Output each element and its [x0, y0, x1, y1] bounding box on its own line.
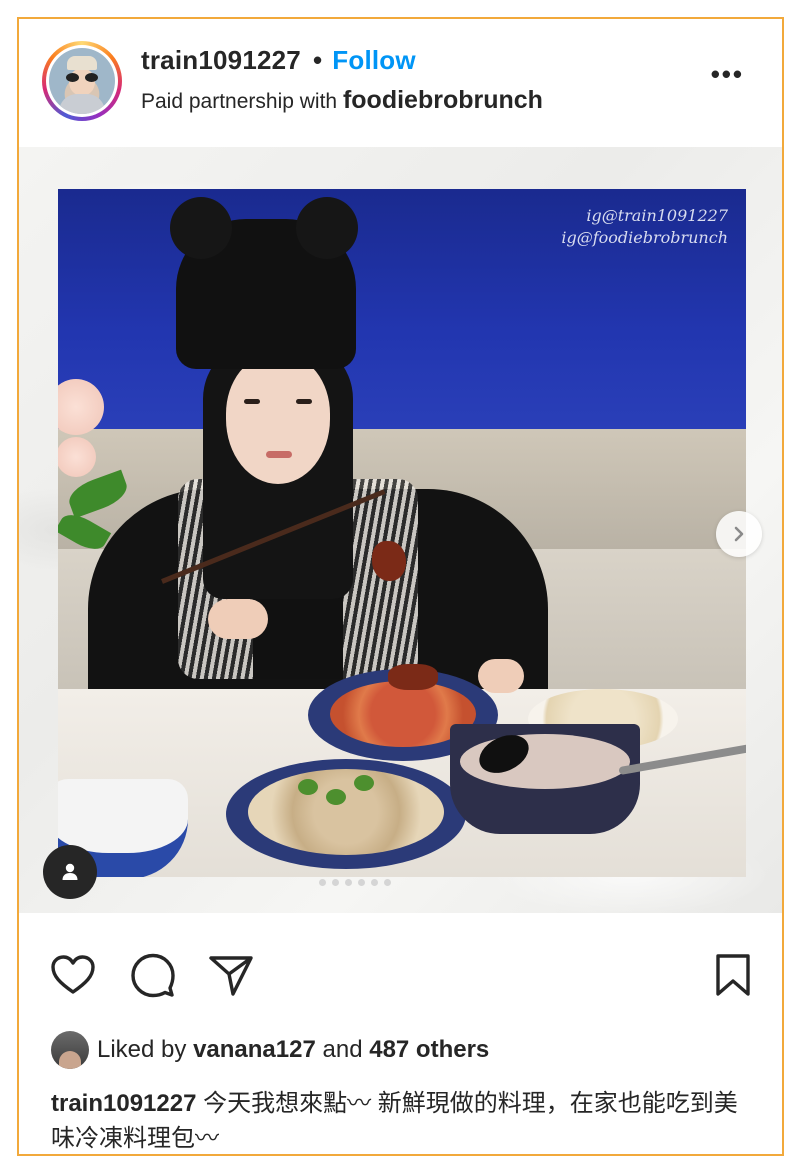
separator-dot: • — [312, 45, 323, 75]
heart-icon — [51, 955, 95, 994]
next-image-button[interactable] — [716, 511, 762, 557]
likes-summary: Liked by vanana127 and 487 others — [51, 1031, 489, 1069]
save-button[interactable] — [709, 951, 757, 999]
post-photo: ig@train1091227 ig@foodiebrobrunch — [58, 189, 746, 877]
follow-button[interactable]: Follow — [332, 45, 416, 75]
person-tag-icon — [62, 863, 78, 880]
watermark-line-1: ig@train1091227 — [586, 206, 728, 225]
partnership-label: Paid partnership with foodiebrobrunch — [141, 86, 543, 115]
post-media[interactable]: ig@train1091227 ig@foodiebrobrunch — [19, 147, 782, 913]
partnership-prefix: Paid partnership with — [141, 90, 338, 113]
post-header: train1091227 • Follow Paid partnership wit… — [19, 19, 782, 147]
comment-icon — [131, 953, 175, 998]
likes-conjunction: and — [322, 1036, 363, 1063]
caption-username[interactable]: train1091227 — [51, 1090, 196, 1117]
avatar-image — [49, 48, 115, 114]
chevron-right-icon — [734, 526, 744, 542]
likes-count-link[interactable]: 487 others — [369, 1036, 489, 1063]
partner-name[interactable]: foodiebrobrunch — [343, 86, 543, 114]
profile-avatar[interactable] — [42, 41, 122, 121]
liker-username[interactable]: vanana127 — [193, 1036, 316, 1063]
photo-watermark: ig@train1091227 ig@foodiebrobrunch — [561, 205, 728, 249]
liker-avatar[interactable] — [51, 1031, 89, 1069]
username-line: train1091227 • Follow — [141, 45, 416, 76]
more-options-button[interactable]: ••• — [711, 61, 744, 87]
bookmark-icon — [716, 954, 750, 996]
post-caption: train1091227 今天我想來點〰 新鮮現做的料理，在家也能吃到美味冷凍料… — [51, 1086, 751, 1154]
likes-prefix: Liked by — [97, 1036, 187, 1063]
post-card: train1091227 • Follow Paid partnership wit… — [17, 17, 784, 1156]
like-button[interactable] — [49, 951, 97, 999]
share-button[interactable] — [207, 951, 255, 999]
carousel-indicator — [319, 879, 391, 886]
tagged-people-button[interactable] — [43, 845, 97, 899]
username[interactable]: train1091227 — [141, 45, 301, 75]
send-icon — [209, 956, 253, 996]
post-actions — [19, 937, 782, 1007]
watermark-line-2: ig@foodiebrobrunch — [561, 228, 728, 247]
comment-button[interactable] — [129, 951, 177, 999]
